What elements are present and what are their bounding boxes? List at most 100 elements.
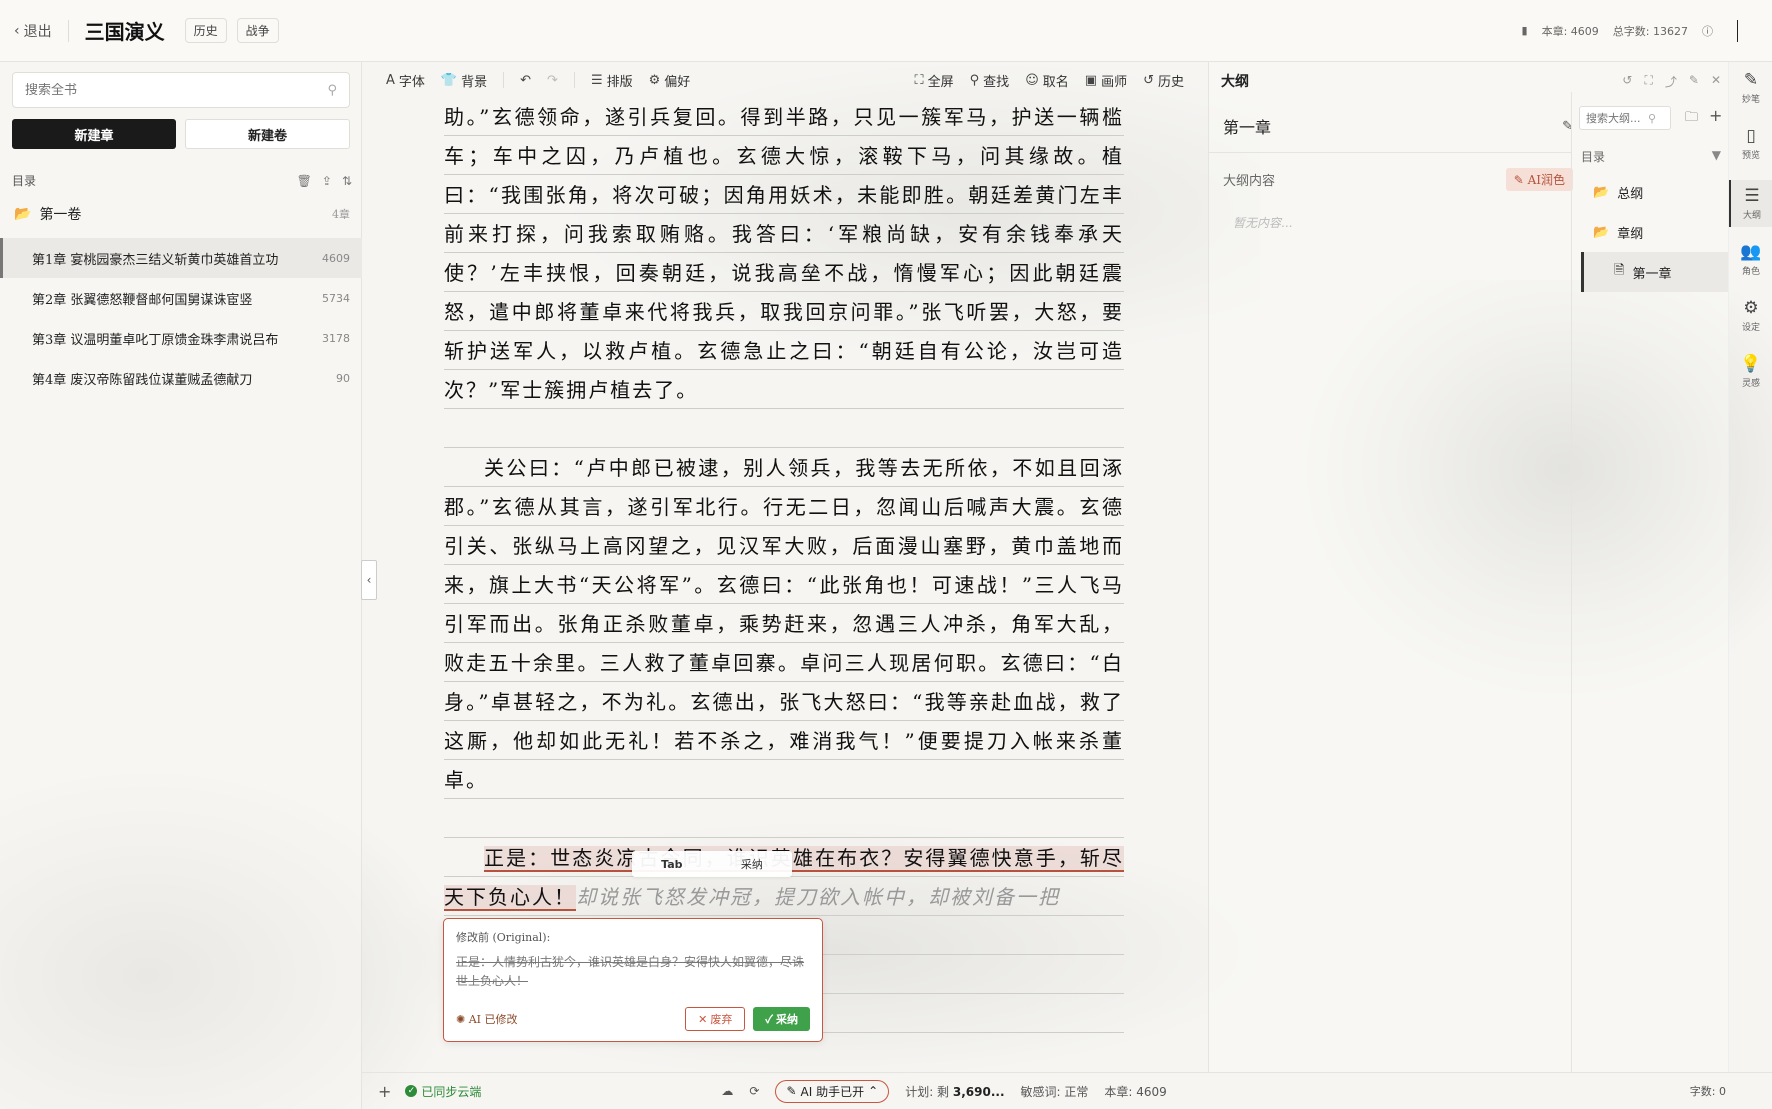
sync-status: ✓ 已同步云端: [405, 1083, 481, 1100]
redo-icon: ↷: [547, 72, 558, 88]
refresh-icon[interactable]: ⟳: [749, 1084, 759, 1098]
font-button[interactable]: A 字体: [386, 71, 425, 90]
history-icon: ↺: [1143, 72, 1154, 88]
history-icon[interactable]: ↺: [1622, 73, 1632, 90]
naming-button[interactable]: ☺ 取名: [1025, 71, 1069, 90]
fullscreen-icon: ⛶: [914, 72, 924, 88]
selection-word-count: 字数: 0: [1689, 1085, 1726, 1098]
chapter-item[interactable]: 第1章 宴桃园豪杰三结义斩黄巾英雄首立功 4609: [0, 238, 362, 278]
image-icon: ▣: [1084, 72, 1098, 88]
folder-open-icon: 📂: [1593, 184, 1610, 200]
ai-diff-popup: 修改前 (Original): 正是：人情势利古犹今，谁识英雄是白身？安得快人如…: [443, 918, 823, 1042]
filter-icon[interactable]: ▼: [1712, 148, 1721, 165]
adopt-button[interactable]: ✓ 采纳: [753, 1007, 810, 1031]
outline-header: 大纲 ↺ ⛶ ⤴ ✎ ✕: [1221, 70, 1721, 92]
book-search-input[interactable]: [25, 82, 328, 98]
exit-button[interactable]: ‹ 退出: [14, 21, 52, 41]
status-middle: ☁ ⟳ ✎ AI 助手已开 ⌃ 计划: 剩 3,690... 敏感词: 正常 本…: [721, 1079, 1167, 1103]
outline-empty-placeholder[interactable]: 暂无内容...: [1233, 214, 1292, 231]
outline-node[interactable]: 🗎 第一章: [1581, 252, 1729, 292]
chapter-item[interactable]: 第3章 议温明董卓叱丁原馈金珠李肃说吕布 3178: [0, 318, 362, 358]
divider: [1209, 152, 1571, 153]
top-bar: ‹ 退出 三国演义 历史 战争 ▮ 本章: 4609 总字数: 13627 ⓘ: [0, 0, 1772, 62]
find-button[interactable]: ⚲ 查找: [970, 71, 1010, 90]
toolbar-right-group: ⛶ 全屏 ⚲ 查找 ☺ 取名 ▣ 画师 ↺ 历史: [915, 71, 1184, 90]
divider: [573, 72, 575, 88]
rail-item-characters[interactable]: 👥 角色: [1729, 242, 1772, 277]
rail-item-inspiration[interactable]: 💡 灵感: [1729, 354, 1772, 389]
tag-war[interactable]: 战争: [236, 18, 279, 43]
sensitive-word-status: 敏感词: 正常: [1020, 1084, 1089, 1099]
pen-icon[interactable]: ✎: [1689, 73, 1699, 90]
editor-body[interactable]: 助。”玄德领命，遂引兵复回。得到半路，只见一簇军马，护送一辆槛车；车中之囚，乃卢…: [444, 98, 1124, 1038]
total-word-count: 总字数: 13627: [1612, 24, 1688, 38]
preferences-button[interactable]: ⚙ 偏好: [649, 71, 691, 90]
divider: [503, 72, 505, 88]
paragraph-gap: [444, 410, 1124, 449]
check-circle-icon: ✓: [405, 1085, 418, 1097]
outline-node[interactable]: 📂 章纲: [1581, 212, 1729, 252]
redo-button[interactable]: ↷: [547, 73, 558, 88]
chapter-title: 第3章 议温明董卓叱丁原馈金珠李肃说吕布: [32, 332, 279, 348]
divider: [67, 19, 69, 42]
tab-key-label: Tab: [661, 857, 683, 871]
fullscreen-button[interactable]: ⛶ 全屏: [915, 71, 954, 90]
folder-open-icon: 📂: [1593, 224, 1610, 240]
plus-icon[interactable]: +: [1709, 106, 1722, 125]
new-chapter-button[interactable]: 新建章: [12, 119, 176, 149]
chapter-list: 第1章 宴桃园豪杰三结义斩黄巾英雄首立功 4609 第2章 张翼德怒鞭督邮何国舅…: [0, 238, 362, 398]
rail-item-outline[interactable]: ☰ 大纲: [1729, 180, 1772, 227]
outline-search[interactable]: ⚲: [1579, 106, 1671, 130]
bulb-icon: 💡: [1740, 354, 1762, 374]
ai-assistant-toggle[interactable]: ✎ AI 助手已开 ⌃: [775, 1079, 890, 1103]
book-title: 三国演义: [84, 20, 165, 44]
editor-toolbar: A 字体 👕 背景 ↶ ↷ ☰ 排版 ⚙ 偏好 ⛶ 全屏 ⚲ 查找 ☺ 取名 ▣ 画师 ↺ 历史: [362, 62, 1208, 98]
magic-wand-icon: ✎: [1743, 70, 1759, 90]
painter-button[interactable]: ▣ 画师: [1085, 71, 1127, 90]
chapter-title: 第2章 张翼德怒鞭督邮何国舅谋诛宦竖: [32, 292, 253, 308]
rail-item-magic[interactable]: ✎ 妙笔: [1729, 70, 1772, 105]
search-icon: ⚲: [327, 82, 337, 98]
chapter-word-count: 本章: 4609: [1541, 24, 1599, 38]
sort-icon[interactable]: ⇅: [342, 174, 352, 188]
sparkle-icon: ✺: [456, 1013, 469, 1026]
paragraph: 助。”玄德领命，遂引兵复回。得到半路，只见一簇军马，护送一辆槛车；车中之囚，乃卢…: [444, 98, 1124, 410]
trash-icon[interactable]: 🗑: [297, 174, 312, 188]
chapter-word-count: 本章: 4609: [1104, 1084, 1167, 1099]
left-sidebar: ⚲ 新建章 新建卷 目录 🗑 ⇪ ⇅ 📂 第一卷 4章 第1章 宴桃园豪杰三结义…: [0, 62, 362, 1109]
book-search[interactable]: ⚲: [12, 72, 350, 108]
shirt-icon: 👕: [440, 72, 458, 88]
undo-button[interactable]: ↶: [520, 73, 531, 88]
add-folder-icon[interactable]: 🗀: [1685, 108, 1698, 130]
status-bar: + ✓ 已同步云端 ☁ ⟳ ✎ AI 助手已开 ⌃ 计划: 剩 3,690...…: [362, 1072, 1772, 1109]
outline-node[interactable]: 📂 总纲: [1581, 172, 1729, 212]
upload-icon[interactable]: ⇪: [322, 174, 332, 188]
layout-button[interactable]: ☰ 排版: [591, 71, 633, 90]
chapter-item[interactable]: 第2章 张翼德怒鞭督邮何国舅谋诛宦竖 5734: [0, 278, 362, 318]
background-button[interactable]: 👕 背景: [441, 71, 487, 90]
rail-item-settings[interactable]: ⚙ 设定: [1729, 298, 1772, 333]
right-rail: ✎ 妙笔 ▯ 预览 ☰ 大纲 👥 角色 ⚙ 设定 💡 灵感: [1728, 62, 1772, 1072]
expand-icon[interactable]: ⛶: [1644, 73, 1652, 90]
word-stats: ▮ 本章: 4609 总字数: 13627 ⓘ: [1522, 19, 1738, 42]
cloud-icon[interactable]: ☁: [721, 1084, 733, 1098]
collapse-sidebar-button[interactable]: ‹: [361, 560, 377, 600]
ai-polish-button[interactable]: ✎ AI润色: [1505, 168, 1573, 191]
outline-chapter-heading: 第一章 ✎: [1223, 118, 1573, 137]
new-volume-button[interactable]: 新建卷: [185, 119, 350, 149]
history-button[interactable]: ↺ 历史: [1143, 71, 1184, 90]
close-icon[interactable]: ✕: [1711, 73, 1721, 90]
discard-button[interactable]: ✕ 废弃: [685, 1007, 746, 1031]
volume-name: 第一卷: [39, 207, 82, 223]
rail-item-preview[interactable]: ▯ 预览: [1729, 126, 1772, 161]
plus-icon[interactable]: +: [378, 1082, 391, 1101]
volume-item[interactable]: 📂 第一卷 4章: [14, 204, 350, 224]
chapter-item[interactable]: 第4章 废汉帝陈留践位谋董贼孟德献刀 90: [0, 358, 362, 398]
tag-history[interactable]: 历史: [184, 18, 227, 43]
share-icon[interactable]: ⤴: [1665, 73, 1677, 90]
help-icon[interactable]: ⓘ: [1702, 23, 1713, 39]
outline-content-label: 大纲内容: [1223, 174, 1276, 189]
outline-search-input[interactable]: [1586, 111, 1648, 125]
phone-icon: ▯: [1746, 126, 1756, 146]
writing-plan: 计划: 剩 3,690...: [905, 1084, 1005, 1099]
